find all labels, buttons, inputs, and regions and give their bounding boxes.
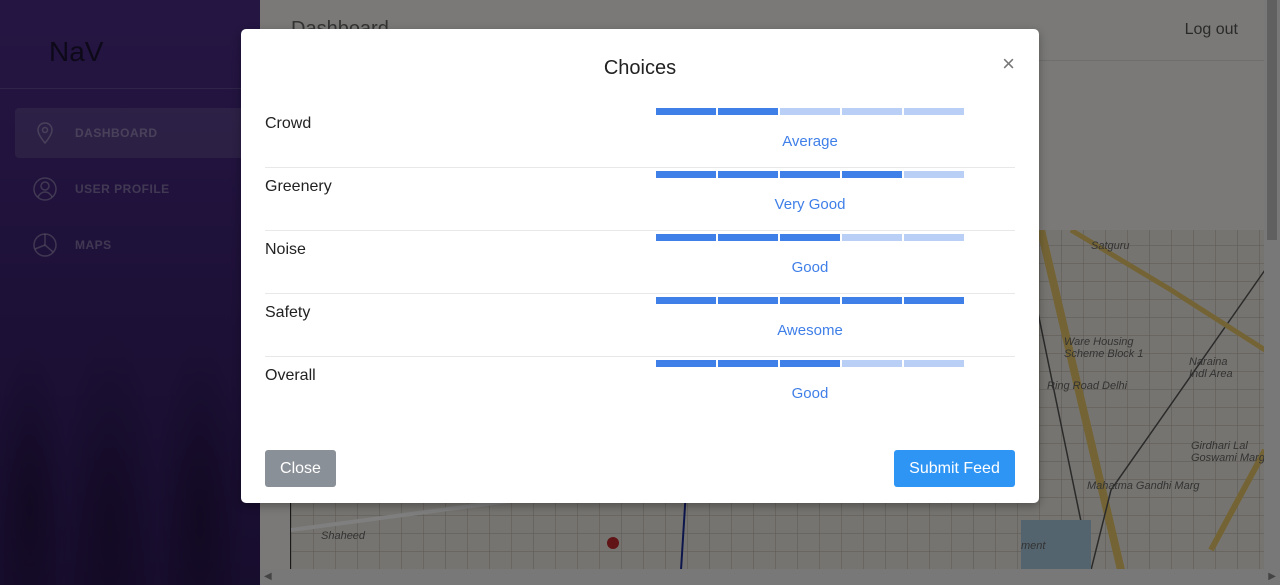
rating-segment[interactable] xyxy=(718,360,778,367)
rating-value-text: Average xyxy=(782,133,838,150)
rating-value-text: Good xyxy=(791,385,829,402)
rating-list: Crowd Average Greenery Very Good Noise Good Sa… xyxy=(265,105,1015,419)
rating-segment[interactable] xyxy=(656,171,716,178)
rating-segment[interactable] xyxy=(904,297,964,304)
rating-segment[interactable] xyxy=(904,360,964,367)
choices-modal: Choices × Crowd Average Greenery Very Good N… xyxy=(241,29,1039,503)
rating-segment[interactable] xyxy=(780,171,840,178)
rating-bar[interactable] xyxy=(656,360,964,367)
rating-segment[interactable] xyxy=(718,171,778,178)
rating-row-noise: Noise Good xyxy=(265,231,1015,294)
rating-segment[interactable] xyxy=(780,297,840,304)
close-icon[interactable]: × xyxy=(1002,53,1015,75)
rating-segment[interactable] xyxy=(842,234,902,241)
rating-label: Overall xyxy=(265,367,316,384)
rating-bar[interactable] xyxy=(656,171,964,178)
rating-segment[interactable] xyxy=(904,234,964,241)
rating-label: Noise xyxy=(265,241,306,258)
modal-title: Choices xyxy=(603,57,677,79)
rating-segment[interactable] xyxy=(656,360,716,367)
rating-segment[interactable] xyxy=(656,297,716,304)
rating-row-greenery: Greenery Very Good xyxy=(265,168,1015,231)
rating-segment[interactable] xyxy=(718,108,778,115)
rating-segment[interactable] xyxy=(718,297,778,304)
rating-value-text: Very Good xyxy=(774,196,846,213)
rating-segment[interactable] xyxy=(904,108,964,115)
rating-row-overall: Overall Good xyxy=(265,357,1015,419)
rating-segment[interactable] xyxy=(842,360,902,367)
rating-segment[interactable] xyxy=(656,234,716,241)
rating-value-text: Awesome xyxy=(777,322,843,339)
rating-row-crowd: Crowd Average xyxy=(265,105,1015,168)
rating-label: Crowd xyxy=(265,115,312,132)
rating-bar[interactable] xyxy=(656,297,964,304)
rating-segment[interactable] xyxy=(842,297,902,304)
rating-segment[interactable] xyxy=(780,360,840,367)
close-button[interactable]: Close xyxy=(265,450,336,487)
rating-bar[interactable] xyxy=(656,234,964,241)
rating-segment[interactable] xyxy=(842,171,902,178)
rating-segment[interactable] xyxy=(904,171,964,178)
rating-value-text: Good xyxy=(791,259,829,276)
rating-segment[interactable] xyxy=(656,108,716,115)
rating-segment[interactable] xyxy=(718,234,778,241)
rating-bar[interactable] xyxy=(656,108,964,115)
rating-segment[interactable] xyxy=(842,108,902,115)
rating-row-safety: Safety Awesome xyxy=(265,294,1015,357)
rating-segment[interactable] xyxy=(780,108,840,115)
rating-segment[interactable] xyxy=(780,234,840,241)
submit-feed-button[interactable]: Submit Feed xyxy=(894,450,1015,487)
rating-label: Safety xyxy=(265,304,311,321)
rating-label: Greenery xyxy=(265,178,332,195)
